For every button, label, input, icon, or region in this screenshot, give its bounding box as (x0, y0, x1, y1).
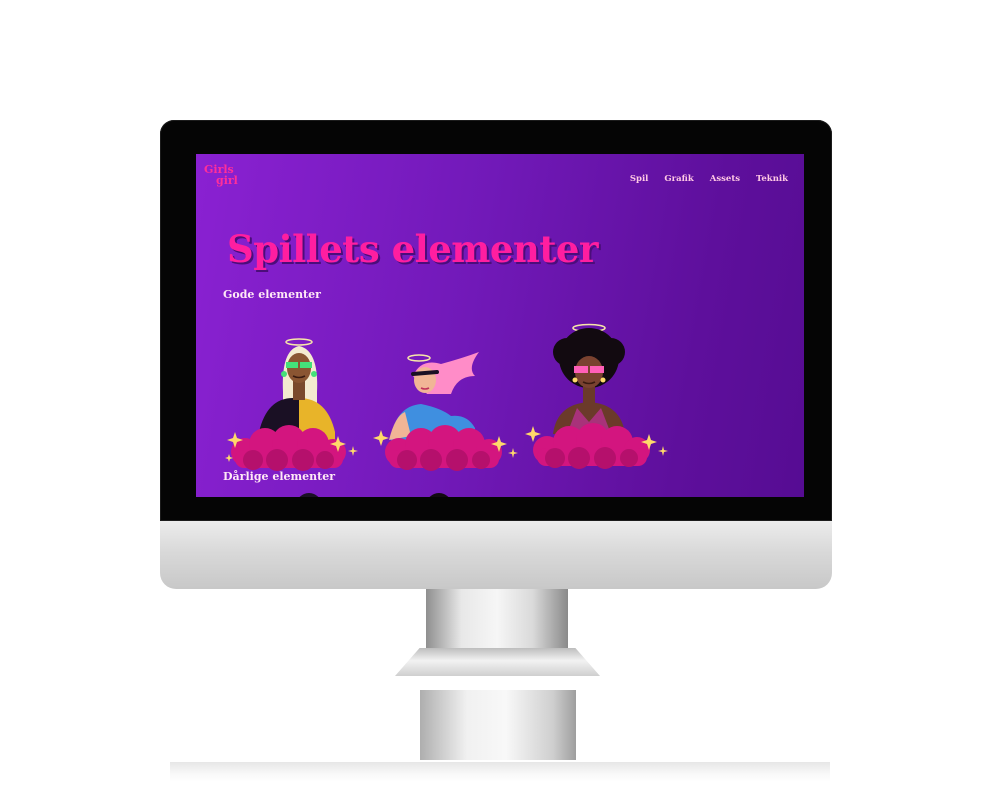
monitor-stand-base (395, 648, 600, 676)
blonde-girl-green-glasses-icon (225, 338, 358, 471)
nav-link-assets[interactable]: Assets (710, 174, 740, 184)
main-nav: Spil Grafik Assets Teknik (630, 174, 788, 184)
site-logo[interactable]: Girls girl (204, 164, 244, 186)
good-elements-gallery (223, 322, 673, 472)
bad-element-preview-2 (426, 493, 452, 497)
monitor-stand (426, 589, 568, 651)
character-card-3[interactable] (523, 322, 673, 472)
stand-reflection (420, 690, 576, 760)
afro-girl-pink-glasses-icon (525, 323, 668, 469)
logo-line-2: girl (216, 174, 238, 187)
website-screen: Girls girl Spil Grafik Assets Teknik Spi… (196, 154, 804, 497)
monitor-chin (160, 521, 832, 589)
character-card-1[interactable] (223, 332, 363, 472)
bad-element-preview-1 (296, 493, 322, 497)
nav-link-teknik[interactable]: Teknik (756, 174, 788, 184)
bad-elements-heading: Dårlige elementer (223, 470, 336, 483)
nav-link-grafik[interactable]: Grafik (664, 174, 693, 184)
nav-link-spil[interactable]: Spil (630, 174, 649, 184)
good-elements-heading: Gode elementer (223, 288, 321, 301)
character-card-2[interactable] (371, 332, 521, 472)
page-title: Spillets elementer (227, 227, 598, 271)
floor-reflection (170, 762, 830, 782)
pink-hair-girl-blue-dress-icon (373, 352, 518, 471)
